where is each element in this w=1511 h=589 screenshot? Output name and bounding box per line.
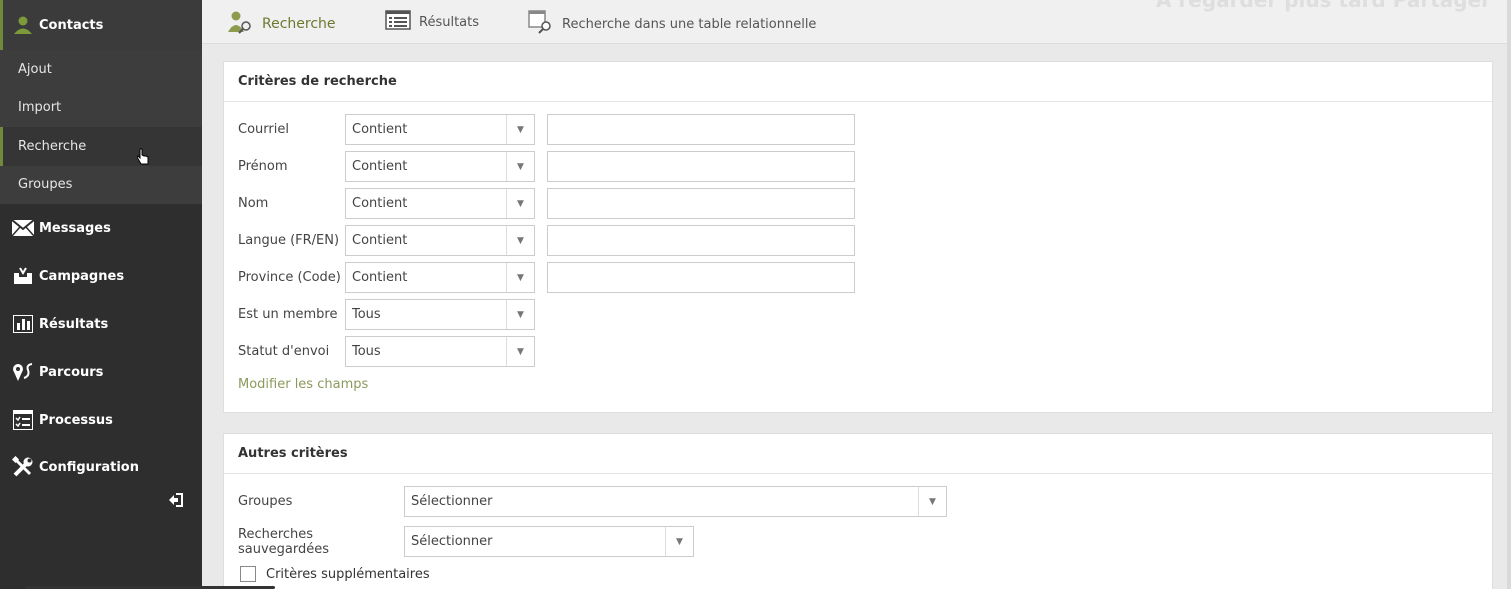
criteria-row-nom: Nom Contient ▼ bbox=[238, 188, 855, 219]
operator-select[interactable]: Contient ▼ bbox=[345, 262, 535, 293]
search-criteria-panel: Critères de recherche Courriel Contient … bbox=[223, 61, 1493, 413]
panel-title: Autres critères bbox=[224, 434, 1492, 474]
select-value: Contient bbox=[352, 270, 408, 285]
field-label: Est un membre bbox=[238, 307, 338, 322]
field-label: Courriel bbox=[238, 122, 289, 137]
sidebar-item-messages[interactable]: Messages bbox=[0, 204, 202, 252]
sidebar-item-label: Contacts bbox=[39, 17, 104, 33]
operator-select[interactable]: Contient ▼ bbox=[345, 114, 535, 145]
tab-label: Résultats bbox=[419, 14, 480, 30]
criteria-row-langue: Langue (FR/EN) Contient ▼ bbox=[238, 225, 855, 256]
criteria-row-membre: Est un membre Tous ▼ bbox=[238, 299, 535, 330]
checkbox-label: Critères supplémentaires bbox=[266, 566, 430, 582]
select-value: Sélectionner bbox=[411, 534, 493, 549]
hand-cursor-icon bbox=[136, 148, 149, 170]
sidebar-item-label: Campagnes bbox=[39, 268, 125, 284]
criteria-row-province: Province (Code) Contient ▼ bbox=[238, 262, 855, 293]
langue-input[interactable] bbox=[547, 225, 855, 256]
sidebar-item-label: Processus bbox=[39, 412, 113, 428]
dropdown-arrow-icon: ▼ bbox=[506, 300, 534, 329]
sidebar: Contacts Ajout Import Recherche Groupes … bbox=[0, 0, 202, 589]
select-value: Sélectionner bbox=[411, 494, 493, 509]
sidebar-item-contacts[interactable]: Contacts bbox=[0, 0, 202, 50]
route-icon bbox=[11, 361, 35, 383]
panel-title: Critères de recherche bbox=[224, 62, 1492, 102]
extra-criteria-checkbox[interactable] bbox=[240, 566, 256, 582]
collapse-icon[interactable] bbox=[168, 493, 184, 511]
dropdown-arrow-icon: ▼ bbox=[665, 527, 693, 556]
submenu-item-ajout[interactable]: Ajout bbox=[0, 50, 202, 89]
field-label: Recherches sauvegardées bbox=[238, 526, 330, 557]
criteria-row-statut: Statut d'envoi Tous ▼ bbox=[238, 336, 535, 367]
tab-relational-search[interactable]: Recherche dans une table relationnelle bbox=[528, 10, 816, 38]
bar-chart-icon bbox=[11, 313, 35, 335]
envelope-icon bbox=[11, 217, 35, 239]
dropdown-arrow-icon: ▼ bbox=[506, 263, 534, 292]
prenom-input[interactable] bbox=[547, 151, 855, 182]
submenu-item-import[interactable]: Import bbox=[0, 89, 202, 128]
groups-select[interactable]: Sélectionner ▼ bbox=[404, 486, 947, 517]
sidebar-item-resultats[interactable]: Résultats bbox=[0, 300, 202, 348]
field-label: Statut d'envoi bbox=[238, 344, 330, 359]
criteria-row-prenom: Prénom Contient ▼ bbox=[238, 151, 855, 182]
modify-fields-link[interactable]: Modifier les champs bbox=[238, 377, 368, 392]
video-overlay-text: À regarder plus tard Partager bbox=[1155, 0, 1491, 12]
operator-select[interactable]: Contient ▼ bbox=[345, 188, 535, 219]
sidebar-item-parcours[interactable]: Parcours bbox=[0, 348, 202, 396]
scrollbar[interactable] bbox=[1507, 0, 1511, 589]
dropdown-arrow-icon: ▼ bbox=[918, 487, 946, 516]
field-label: Groupes bbox=[238, 494, 293, 509]
tab-label: Recherche dans une table relationnelle bbox=[562, 16, 817, 32]
sidebar-item-label: Messages bbox=[39, 220, 111, 236]
dropdown-arrow-icon: ▼ bbox=[506, 115, 534, 144]
list-icon bbox=[385, 10, 411, 34]
field-label: Province (Code) bbox=[238, 270, 341, 285]
province-input[interactable] bbox=[547, 262, 855, 293]
person-icon bbox=[11, 14, 35, 36]
select-value: Contient bbox=[352, 196, 408, 211]
dropdown-arrow-icon: ▼ bbox=[506, 337, 534, 366]
other-criteria-panel: Autres critères Groupes Sélectionner ▼ R… bbox=[223, 433, 1493, 589]
member-select[interactable]: Tous ▼ bbox=[345, 299, 535, 330]
inbox-icon bbox=[11, 265, 35, 287]
send-status-select[interactable]: Tous ▼ bbox=[345, 336, 535, 367]
courriel-input[interactable] bbox=[547, 114, 855, 145]
dropdown-arrow-icon: ▼ bbox=[506, 152, 534, 181]
saved-searches-row: Recherches sauvegardées Sélectionner ▼ bbox=[238, 526, 694, 557]
contacts-submenu: Ajout Import Recherche Groupes bbox=[0, 50, 202, 204]
select-value: Tous bbox=[352, 307, 381, 322]
select-value: Contient bbox=[352, 122, 408, 137]
sidebar-item-processus[interactable]: Processus bbox=[0, 396, 202, 444]
sidebar-item-label: Résultats bbox=[39, 316, 109, 332]
sidebar-item-label: Parcours bbox=[39, 364, 104, 380]
select-value: Tous bbox=[352, 344, 381, 359]
select-value: Contient bbox=[352, 233, 408, 248]
field-label: Prénom bbox=[238, 159, 288, 174]
sidebar-item-configuration[interactable]: Configuration bbox=[0, 444, 202, 490]
nom-input[interactable] bbox=[547, 188, 855, 219]
dropdown-arrow-icon: ▼ bbox=[506, 226, 534, 255]
operator-select[interactable]: Contient ▼ bbox=[345, 151, 535, 182]
dropdown-arrow-icon: ▼ bbox=[506, 189, 534, 218]
sidebar-item-label: Configuration bbox=[39, 459, 139, 475]
checklist-icon bbox=[11, 409, 35, 431]
field-label: Langue (FR/EN) bbox=[238, 233, 340, 248]
extra-criteria-row: Critères supplémentaires bbox=[240, 560, 430, 588]
tab-label: Recherche bbox=[262, 16, 336, 32]
top-tab-bar: À regarder plus tard Partager Recherche … bbox=[202, 0, 1511, 44]
saved-searches-select[interactable]: Sélectionner ▼ bbox=[404, 526, 694, 557]
select-value: Contient bbox=[352, 159, 408, 174]
operator-select[interactable]: Contient ▼ bbox=[345, 225, 535, 256]
tab-resultats[interactable]: Résultats bbox=[385, 10, 479, 34]
groups-row: Groupes Sélectionner ▼ bbox=[238, 486, 947, 517]
tools-icon bbox=[11, 456, 35, 478]
submenu-item-groupes[interactable]: Groupes bbox=[0, 166, 202, 205]
table-search-icon bbox=[528, 10, 554, 38]
field-label: Nom bbox=[238, 196, 269, 211]
sidebar-item-campagnes[interactable]: Campagnes bbox=[0, 252, 202, 300]
submenu-item-recherche[interactable]: Recherche bbox=[0, 127, 202, 166]
person-search-icon bbox=[228, 10, 254, 38]
tab-recherche[interactable]: Recherche bbox=[228, 10, 336, 38]
criteria-row-courriel: Courriel Contient ▼ bbox=[238, 114, 855, 145]
